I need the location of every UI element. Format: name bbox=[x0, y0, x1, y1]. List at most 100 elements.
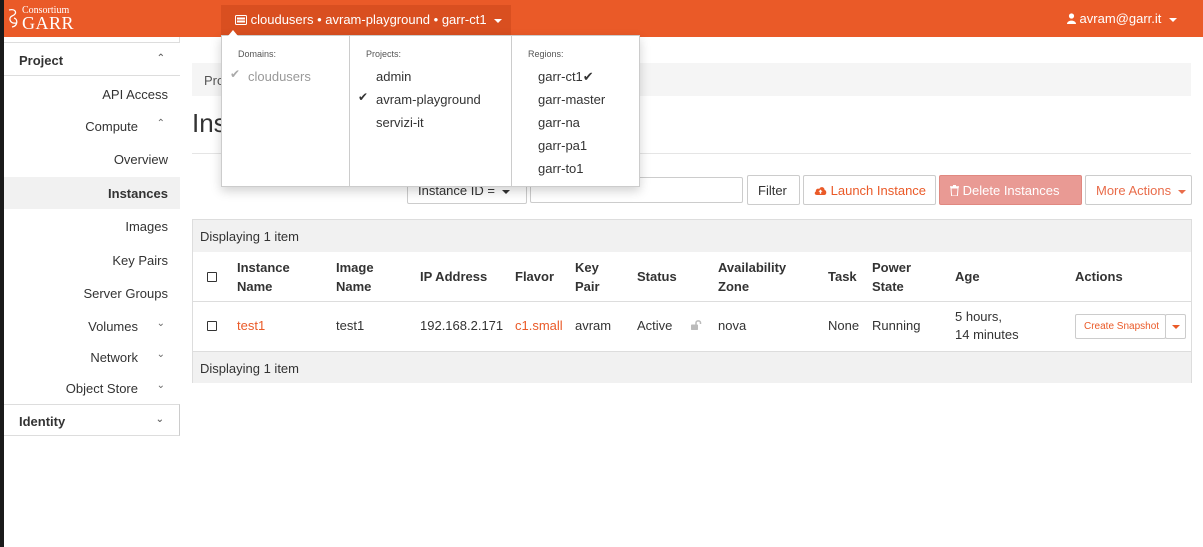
sidebar-item-compute[interactable]: Compute ⌃ bbox=[4, 110, 180, 142]
sidebar-section-label: Project bbox=[19, 53, 64, 68]
sidebar-section-identity[interactable]: Identity ⌄ bbox=[4, 404, 180, 436]
column-header-ip[interactable]: IP Address bbox=[420, 267, 487, 286]
task: None bbox=[828, 318, 860, 333]
garr-logo[interactable]: Consortium GARR bbox=[6, 4, 86, 34]
select-all-checkbox[interactable] bbox=[207, 272, 217, 282]
sidebar-item-instances[interactable]: Instances bbox=[4, 177, 180, 209]
region-item-garr-ct1[interactable]: garr-ct1✔ bbox=[538, 69, 594, 85]
project-item-admin[interactable]: admin bbox=[376, 69, 411, 84]
header-text: Name bbox=[237, 279, 273, 294]
more-actions-button[interactable]: More Actions bbox=[1085, 175, 1192, 205]
flavor-link[interactable]: c1.small bbox=[515, 317, 563, 335]
chevron-down-icon bbox=[501, 189, 510, 194]
context-switcher[interactable]: cloudusers • avram-playground • garr-ct1 bbox=[221, 5, 511, 37]
sidebar-item-images[interactable]: Images bbox=[4, 210, 180, 242]
filter-button[interactable]: Filter bbox=[747, 175, 800, 205]
more-actions-label: More Actions bbox=[1096, 183, 1172, 198]
region-item-garr-master[interactable]: garr-master bbox=[538, 92, 605, 107]
chevron-down-icon bbox=[1169, 17, 1177, 22]
header-text: Instance bbox=[237, 260, 290, 275]
header-text: Pair bbox=[575, 279, 600, 294]
chevron-down-icon: ⌄ bbox=[156, 380, 165, 391]
user-name: avram@garr.it bbox=[1079, 11, 1162, 26]
table-row: test1 test1 192.168.2.171 c1.small avram… bbox=[193, 302, 1191, 351]
sidebar-divider bbox=[4, 37, 180, 43]
check-icon: ✔ bbox=[358, 90, 369, 104]
header-text: Zone bbox=[718, 279, 750, 294]
column-header-task[interactable]: Task bbox=[828, 267, 857, 286]
chevron-down-icon bbox=[1177, 189, 1186, 194]
sidebar-item-server-groups[interactable]: Server Groups bbox=[4, 277, 180, 309]
chevron-up-icon: ⌃ bbox=[156, 53, 165, 64]
row-actions-dropdown[interactable] bbox=[1165, 314, 1186, 339]
regions-column: Regions: garr-ct1✔ garr-master garr-na g… bbox=[512, 36, 640, 186]
sidebar: Project ⌃ API Access Compute ⌃ Overview … bbox=[4, 37, 180, 437]
region-item-garr-na[interactable]: garr-na bbox=[538, 115, 580, 130]
row-checkbox[interactable] bbox=[207, 321, 217, 331]
sidebar-item-key-pairs[interactable]: Key Pairs bbox=[4, 244, 180, 276]
domains-heading: Domains: bbox=[238, 49, 277, 59]
sidebar-item-label: Instances bbox=[108, 186, 168, 201]
header-text: Key bbox=[575, 260, 599, 275]
delete-instances-button[interactable]: Delete Instances bbox=[939, 175, 1082, 205]
chevron-down-icon: ⌄ bbox=[156, 349, 165, 360]
column-header-availability-zone[interactable]: Availability Zone bbox=[718, 258, 786, 296]
sidebar-item-object-store[interactable]: Object Store ⌄ bbox=[4, 372, 180, 404]
column-header-age[interactable]: Age bbox=[955, 267, 980, 286]
user-menu[interactable]: avram@garr.it bbox=[1066, 11, 1177, 26]
sidebar-item-label: Server Groups bbox=[83, 286, 168, 301]
sidebar-item-label: Overview bbox=[113, 152, 168, 167]
header-text: State bbox=[872, 279, 904, 294]
unlock-icon[interactable] bbox=[691, 320, 702, 330]
projects-heading: Projects: bbox=[366, 49, 402, 59]
region-item-garr-pa1[interactable]: garr-pa1 bbox=[538, 138, 587, 153]
chevron-down-icon bbox=[494, 18, 503, 23]
age-line: 14 minutes bbox=[955, 327, 1019, 342]
domain-item-cloudusers: cloudusers bbox=[248, 69, 311, 84]
chevron-up-icon: ⌃ bbox=[156, 118, 165, 129]
check-icon: ✔ bbox=[230, 67, 241, 81]
column-header-actions: Actions bbox=[1075, 269, 1123, 284]
column-header-image-name[interactable]: Image Name bbox=[336, 258, 374, 296]
context-label: cloudusers • avram-playground • garr-ct1 bbox=[250, 12, 487, 27]
table-caption-top: Displaying 1 item bbox=[193, 220, 1191, 252]
header-text: Availability bbox=[718, 260, 787, 275]
launch-instance-button[interactable]: Launch Instance bbox=[803, 175, 936, 205]
column-header-power-state[interactable]: Power State bbox=[872, 258, 911, 296]
logo-big-text: GARR bbox=[22, 13, 75, 33]
key-pair: avram bbox=[575, 318, 612, 333]
region-item-garr-to1[interactable]: garr-to1 bbox=[538, 161, 584, 176]
sidebar-item-label: Key Pairs bbox=[112, 253, 168, 268]
instances-table: Displaying 1 item Instance Name Image Na… bbox=[192, 219, 1192, 383]
sidebar-item-volumes[interactable]: Volumes ⌄ bbox=[4, 310, 180, 342]
regions-heading: Regions: bbox=[528, 49, 564, 59]
sidebar-item-label: Volumes bbox=[88, 319, 138, 334]
launch-button-label: Launch Instance bbox=[830, 183, 927, 198]
create-snapshot-button[interactable]: Create Snapshot bbox=[1075, 314, 1166, 339]
header-text: Image bbox=[336, 260, 374, 275]
image-name: test1 bbox=[336, 318, 365, 333]
sidebar-section-project[interactable]: Project ⌃ bbox=[4, 44, 180, 76]
project-item-avram-playground[interactable]: avram-playground bbox=[376, 92, 481, 107]
age-line: 5 hours, bbox=[955, 309, 1002, 324]
check-icon: ✔ bbox=[582, 69, 594, 84]
project-item-servizi-it[interactable]: servizi-it bbox=[376, 115, 424, 130]
column-header-status[interactable]: Status bbox=[637, 267, 677, 286]
ip-address: 192.168.2.171 bbox=[420, 318, 504, 333]
column-header-instance-name[interactable]: Instance Name bbox=[237, 258, 290, 296]
top-navbar: Consortium GARR cloudusers • avram-playg… bbox=[4, 0, 1203, 37]
sidebar-item-network[interactable]: Network ⌄ bbox=[4, 341, 180, 373]
header-text: Name bbox=[336, 279, 372, 294]
age: 5 hours, 14 minutes bbox=[955, 308, 1019, 344]
chevron-down-icon: ⌄ bbox=[156, 318, 165, 329]
column-header-key-pair[interactable]: Key Pair bbox=[575, 258, 600, 296]
user-icon bbox=[1066, 13, 1076, 24]
chevron-down-icon bbox=[1172, 325, 1180, 329]
region-label: garr-ct1 bbox=[538, 69, 583, 84]
instance-name-link[interactable]: test1 bbox=[237, 317, 265, 335]
trash-icon bbox=[950, 185, 959, 197]
sidebar-item-api-access[interactable]: API Access bbox=[4, 78, 180, 110]
domains-column: Domains: ✔ cloudusers bbox=[222, 36, 350, 186]
column-header-flavor[interactable]: Flavor bbox=[515, 267, 554, 286]
sidebar-item-overview[interactable]: Overview bbox=[4, 143, 180, 175]
